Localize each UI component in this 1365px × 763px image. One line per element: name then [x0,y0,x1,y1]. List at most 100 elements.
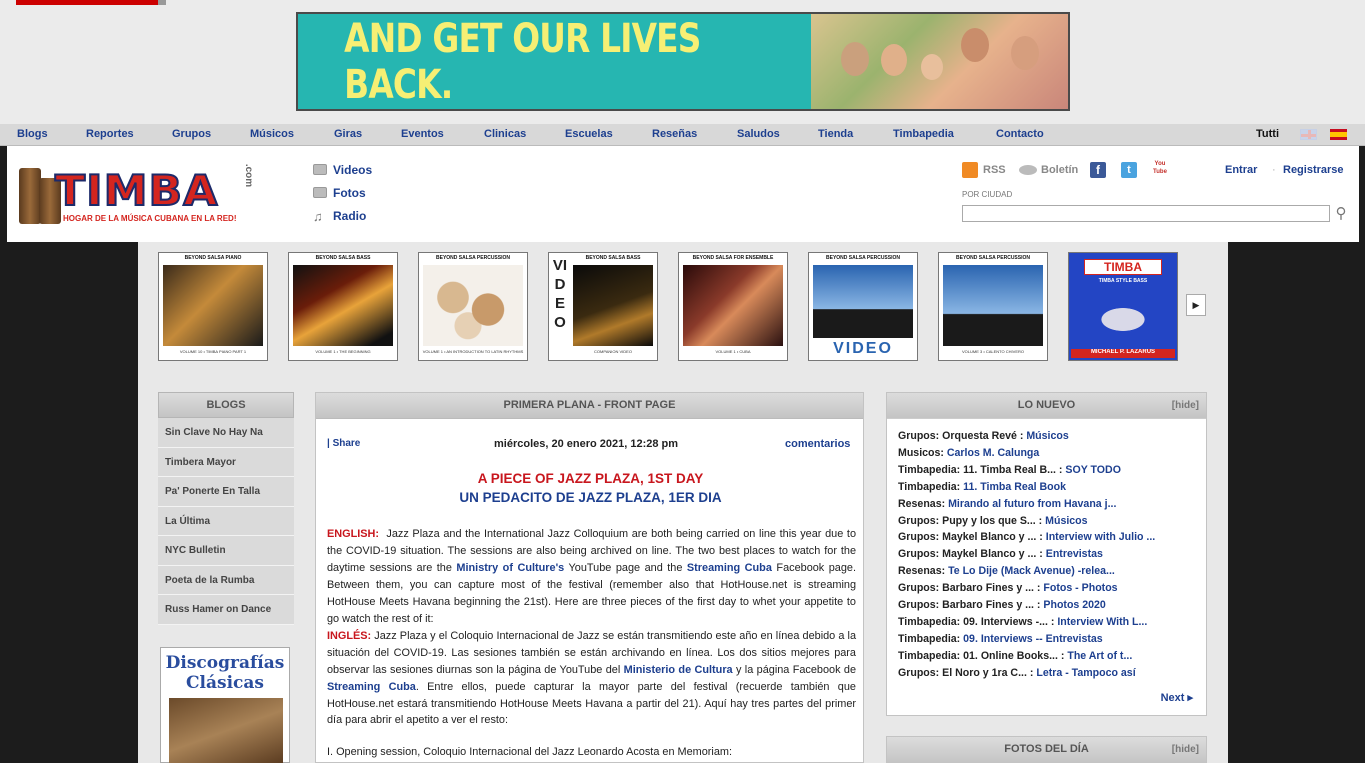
lo-nuevo-item-link[interactable]: Interview With L... [1057,616,1147,628]
music-note-icon: ♫ [313,209,323,224]
logo-wordmark: TIMBA [54,165,219,216]
nav-giras[interactable]: Giras [334,128,362,140]
book-title: BEYOND SALSA PIANO [184,255,242,261]
blog-link-sin-clave[interactable]: Sin Clave No Hay Na [158,418,294,448]
blog-link-poeta-rumba[interactable]: Poeta de la Rumba [158,565,294,595]
book-footer: VOLUME 1 • THE BEGINNING [315,349,371,354]
youtube-icon[interactable]: You Tube [1151,160,1169,178]
lo-nuevo-item-text: Grupos: Barbaro Fines y ... : [898,582,1044,595]
timba-logo[interactable]: TIMBA .com HOGAR DE LA MÚSICA CUBANA EN … [15,160,275,230]
spain-flag-icon[interactable] [1330,129,1347,140]
blog-link-timbera-mayor[interactable]: Timbera Mayor [158,447,294,477]
rss-link[interactable]: RSS [983,164,1006,176]
streaming-cuba-link[interactable]: Streaming Cuba [687,562,772,574]
lo-nuevo-item: Resenas: Te Lo Dije (Mack Avenue) -relea… [898,563,1203,580]
nav-grupos[interactable]: Grupos [172,128,211,140]
carousel-item-timba-bass[interactable]: TIMBA TIMBA STYLE BASS MICHAEL P. LAZARU… [1068,252,1178,361]
lo-nuevo-item-link[interactable]: SOY TODO [1065,464,1121,476]
book-carousel: BEYOND SALSA PIANO VOLUME 10 • TIMBA PIA… [138,242,1228,372]
lo-nuevo-item-text: Timbapedia: 11. Timba Real B... : [898,463,1066,476]
comments-link[interactable]: comentarios [785,438,850,450]
nav-blogs[interactable]: Blogs [17,128,48,140]
nav-reportes[interactable]: Reportes [86,128,134,140]
next-link[interactable]: Next ▸ [1161,691,1193,704]
carousel-item-salsa-bass[interactable]: BEYOND SALSA BASS VOLUME 1 • THE BEGINNI… [288,252,398,361]
lo-nuevo-item: Grupos: Orquesta Revé : Músicos [898,428,1203,445]
book-author: MICHAEL P. LAZARUS [1071,349,1175,358]
top-bar: AND GET OUR LIVES BACK. [0,0,1365,124]
lo-nuevo-item-link[interactable]: Te Lo Dije (Mack Avenue) -relea... [948,565,1115,577]
percussion-vol3-cover-image [943,265,1043,346]
hide-toggle[interactable]: [hide] [1172,393,1199,418]
carousel-item-percussion-vol3[interactable]: BEYOND SALSA PERCUSSION VOLUME 3 • CALEN… [938,252,1048,361]
lo-nuevo-item-link[interactable]: 09. Interviews -- Entrevistas [963,633,1103,645]
lo-nuevo-item-link[interactable]: Carlos M. Calunga [947,447,1039,459]
nav-musicos[interactable]: Músicos [250,128,294,140]
ministerio-cultura-link[interactable]: Ministerio de Cultura [624,664,733,676]
rss-icon[interactable] [962,162,978,178]
radio-link[interactable]: ♫ Radio [313,209,366,223]
facebook-icon[interactable]: f [1090,162,1106,178]
book-title: BEYOND SALSA FOR ENSEMBLE [692,255,774,261]
blog-link-nyc-bulletin[interactable]: NYC Bulletin [158,536,294,566]
lo-nuevo-item-link[interactable]: Entrevistas [1046,548,1103,560]
login-link[interactable]: Entrar [1225,164,1257,176]
main-nav: Blogs Reportes Grupos Músicos Giras Even… [0,124,1365,146]
carousel-item-salsa-percussion[interactable]: BEYOND SALSA PERCUSSION VOLUME 1 • AN IN… [418,252,528,361]
bass-video-cover-image [573,265,653,346]
clasicas-title: Clásicas [186,673,264,693]
nav-tienda[interactable]: Tienda [818,128,853,140]
lo-nuevo-item-text: Resenas: [898,565,949,578]
logo-tagline: HOGAR DE LA MÚSICA CUBANA EN LA RED! [63,214,237,223]
lo-nuevo-item-link[interactable]: Músicos [1026,430,1068,442]
ministry-culture-link[interactable]: Ministry of Culture's [456,562,564,574]
discografias-clasicas-box[interactable]: Discografías Clásicas [160,647,290,763]
nav-escuelas[interactable]: Escuelas [565,128,613,140]
lo-nuevo-item-link[interactable]: Músicos [1045,515,1087,527]
blog-link-pa-ponerte[interactable]: Pa' Ponerte En Talla [158,477,294,507]
lo-nuevo-item-link[interactable]: Fotos - Photos [1043,582,1117,594]
lo-nuevo-item-link[interactable]: Mirando al futuro from Havana j... [948,498,1116,510]
lo-nuevo-item: Grupos: Barbaro Fines y ... : Photos 202… [898,597,1203,614]
blogs-sidebar: BLOGS Sin Clave No Hay Na Timbera Mayor … [158,392,294,625]
streaming-cuba-link-es[interactable]: Streaming Cuba [327,681,416,693]
nav-resenas[interactable]: Reseñas [652,128,697,140]
bass-guitar-image [1073,293,1173,346]
blogs-heading: BLOGS [158,392,294,418]
carousel-item-salsa-ensemble[interactable]: BEYOND SALSA FOR ENSEMBLE VOLUME 1 • CUB… [678,252,788,361]
ensemble-cover-image [683,265,783,346]
blog-link-russ-hamer[interactable]: Russ Hamer on Dance [158,595,294,625]
nav-clinicas[interactable]: Clinicas [484,128,526,140]
nav-eventos[interactable]: Eventos [401,128,444,140]
ad-banner[interactable]: AND GET OUR LIVES BACK. [296,12,1070,111]
lo-nuevo-item-link[interactable]: Letra - Tampoco así [1036,667,1135,679]
blog-link-la-ultima[interactable]: La Última [158,506,294,536]
nav-contacto[interactable]: Contacto [996,128,1044,140]
twitter-icon[interactable]: t [1121,162,1137,178]
spanish-text-2: y la página Facebook de [736,663,857,676]
lo-nuevo-item-text: Grupos: Maykel Blanco y ... : [898,548,1046,561]
register-link[interactable]: Registrarse [1283,164,1344,176]
lo-nuevo-item-link[interactable]: Interview with Julio ... [1046,531,1156,543]
hide-toggle[interactable]: [hide] [1172,737,1199,762]
nav-timbapedia[interactable]: Timbapedia [893,128,954,140]
lo-nuevo-item-link[interactable]: Photos 2020 [1043,599,1105,611]
lo-nuevo-item-link[interactable]: The Art of t... [1067,650,1132,662]
uk-flag-icon[interactable] [1300,129,1317,140]
lo-nuevo-item-text: Grupos: Pupy y los que S... : [898,514,1046,527]
carousel-next-button[interactable]: ▶ [1186,294,1206,316]
boletin-link[interactable]: Boletín [1041,164,1078,176]
carousel-item-salsa-piano[interactable]: BEYOND SALSA PIANO VOLUME 10 • TIMBA PIA… [158,252,268,361]
language-tutti[interactable]: Tutti [1256,128,1279,140]
fotos-link[interactable]: Fotos [313,186,366,200]
nav-saludos[interactable]: Saludos [737,128,780,140]
bass-cover-image [293,265,393,346]
lo-nuevo-item-link[interactable]: 11. Timba Real Book [963,481,1066,493]
search-icon[interactable]: ⚲ [1331,204,1351,222]
videos-link[interactable]: Videos [313,163,372,177]
carousel-item-bass-video[interactable]: VIDEO BEYOND SALSA BASS COMPANION VIDEO [548,252,658,361]
ad-banner-photo [811,14,1068,109]
carousel-item-percussion-video[interactable]: BEYOND SALSA PERCUSSION VIDEO [808,252,918,361]
share-link[interactable]: | Share [327,438,360,449]
search-input[interactable] [962,205,1330,222]
